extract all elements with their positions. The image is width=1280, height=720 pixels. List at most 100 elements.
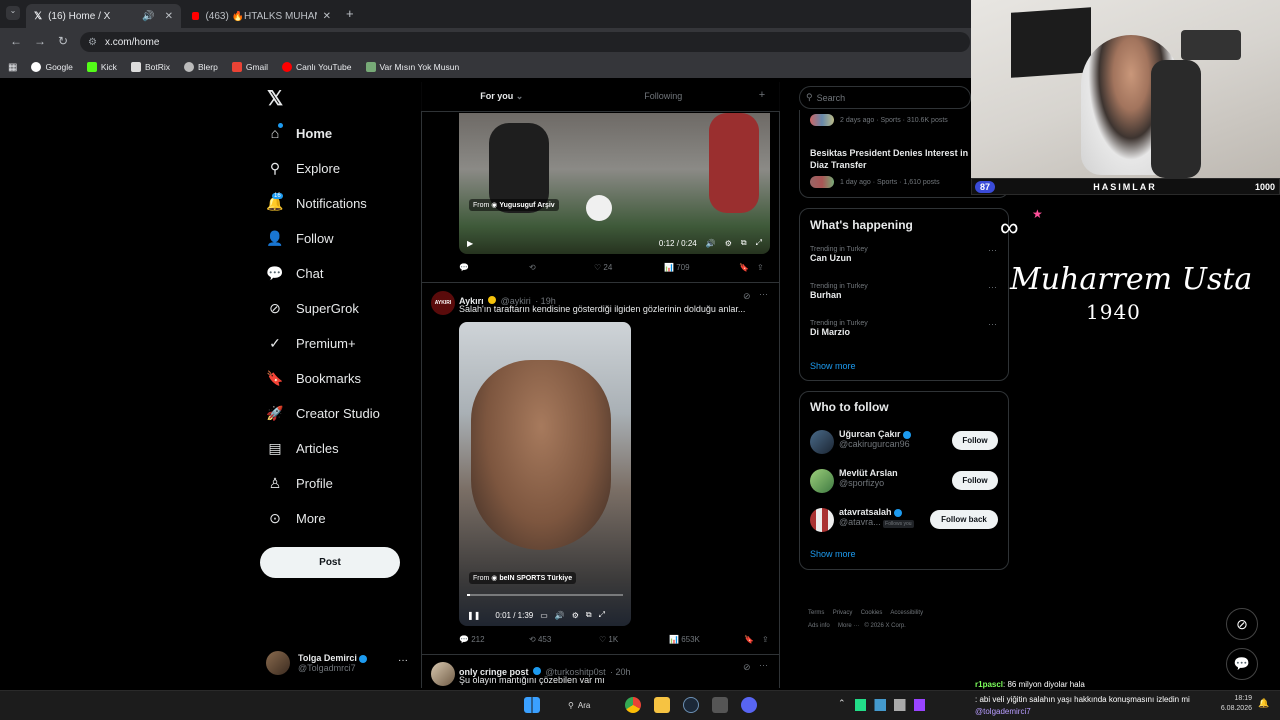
views-button[interactable]: 📊 709 xyxy=(664,263,739,272)
forward-icon[interactable]: → xyxy=(34,34,46,48)
footer-link[interactable]: Accessibility xyxy=(890,610,923,616)
tab-following[interactable]: Following xyxy=(583,82,745,111)
new-tab-icon[interactable]: + xyxy=(346,6,354,21)
discord-icon[interactable] xyxy=(741,697,757,713)
play-icon[interactable]: ▶ xyxy=(467,239,473,248)
show-more-link[interactable]: Show more xyxy=(810,549,856,559)
tweet1-video[interactable]: From ◉ Yugusuguf Arşiv ▶ 0:12 / 0:24 🔊 ⚙… xyxy=(459,113,770,254)
sidebar-item-articles[interactable]: ▤ Articles xyxy=(266,436,338,460)
follow-button[interactable]: Follow xyxy=(952,431,998,450)
show-more-link[interactable]: Show more xyxy=(810,361,856,371)
tab-x-home[interactable]: 𝕏 (16) Home / X 🔊 ✕ xyxy=(26,4,181,28)
bookmark-botrix[interactable]: BotRix xyxy=(130,62,170,72)
bookmark-icon[interactable]: 🔖 xyxy=(739,263,757,272)
grok-icon[interactable]: ⊘ xyxy=(743,662,751,673)
like-button[interactable]: ♡ 24 xyxy=(594,263,664,272)
x-logo-icon[interactable]: 𝕏 xyxy=(267,86,283,111)
sidebar-item-chat[interactable]: 💬 Chat xyxy=(266,261,323,285)
reload-icon[interactable]: ↻ xyxy=(58,34,68,48)
sidebar-item-creator-studio[interactable]: 🚀 Creator Studio xyxy=(266,401,380,425)
grok-icon[interactable]: ⊘ xyxy=(743,291,751,302)
fullscreen-icon[interactable]: ⤢ xyxy=(756,238,762,248)
share-icon[interactable]: ⇪ xyxy=(757,263,764,272)
suggested-user[interactable]: Mevlüt Arslan @sporfizyo xyxy=(839,468,898,488)
bookmark-varmisin[interactable]: Var Mısın Yok Musun xyxy=(365,62,459,72)
avatar[interactable] xyxy=(810,469,834,493)
account-more-icon[interactable]: ··· xyxy=(398,655,408,666)
video-progress[interactable] xyxy=(467,594,623,596)
speaker-icon[interactable]: 🔊 xyxy=(142,11,154,22)
tab-youtube[interactable]: (463) 🔥HTALKS MUHAMMED… ✕ xyxy=(184,4,339,28)
reply-button[interactable]: 💬 212 xyxy=(459,635,529,644)
retweet-icon[interactable]: ⟲ xyxy=(529,263,594,272)
settings-icon[interactable]: ⚙ xyxy=(572,611,579,620)
settings-icon[interactable]: ⚙ xyxy=(725,239,732,248)
pip-icon[interactable]: ⧉ xyxy=(741,238,747,248)
sidebar-item-explore[interactable]: ⚲ Explore xyxy=(266,156,340,180)
tweet3-avatar[interactable] xyxy=(431,662,455,686)
reply-icon[interactable]: 💬 xyxy=(459,263,529,272)
pip-icon[interactable]: ⧉ xyxy=(586,610,592,620)
account-switcher[interactable]: Tolga Demirci @Tolgadmrci7 xyxy=(266,648,416,678)
suggested-user[interactable]: Uğurcan Çakır @cakirugurcan96 xyxy=(839,429,912,449)
footer-link[interactable]: Privacy xyxy=(833,610,853,616)
steam-icon[interactable] xyxy=(683,697,699,713)
trend-item[interactable]: Trending in Turkey Can Uzun xyxy=(810,246,1000,263)
address-bar[interactable]: ⚙ x.com/home xyxy=(80,32,970,52)
system-clock[interactable]: 18:19 6.08.2026 xyxy=(1214,694,1252,714)
avatar[interactable] xyxy=(810,508,834,532)
site-info-icon[interactable]: ⚙ xyxy=(88,37,97,48)
bookmark-kick[interactable]: Kick xyxy=(86,62,117,72)
bookmark-blerp[interactable]: Blerp xyxy=(183,62,218,72)
sidebar-item-more[interactable]: ⊙ More xyxy=(266,506,326,530)
trend-more-icon[interactable]: ··· xyxy=(988,319,997,329)
trend-item[interactable]: Trending in Turkey Di Marzio xyxy=(810,320,1000,337)
like-button[interactable]: ♡ 1K xyxy=(599,635,669,644)
apps-icon[interactable]: ▦ xyxy=(8,62,17,73)
pause-icon[interactable]: ❚❚ xyxy=(467,611,480,620)
trend-more-icon[interactable]: ··· xyxy=(988,282,997,292)
add-tab-icon[interactable]: + xyxy=(744,82,780,111)
volume-icon[interactable]: 🔊 xyxy=(555,611,565,620)
tweet-more-icon[interactable]: ··· xyxy=(759,289,768,299)
follow-button[interactable]: Follow xyxy=(952,471,998,490)
app-icon[interactable] xyxy=(712,697,728,713)
close-icon[interactable]: ✕ xyxy=(165,11,173,22)
messages-float-button[interactable]: 💬 xyxy=(1226,648,1258,680)
footer-link[interactable]: Cookies xyxy=(861,610,883,616)
fullscreen-icon[interactable]: ⤢ xyxy=(599,610,605,620)
tweet2-video[interactable]: From ◉ beIN SPORTS Türkiye ❚❚ 0:01 / 1:3… xyxy=(459,322,631,626)
tweet-more-icon[interactable]: ··· xyxy=(759,660,768,670)
share-icon[interactable]: ⇪ xyxy=(762,635,769,644)
bookmark-youtube[interactable]: Canlı YouTube xyxy=(282,62,352,72)
sidebar-item-profile[interactable]: ♙ Profile xyxy=(266,471,333,495)
views-button[interactable]: 📊 653K xyxy=(669,635,744,644)
avatar[interactable] xyxy=(810,430,834,454)
notification-bell-icon[interactable]: 🔔 xyxy=(1258,698,1269,709)
bookmark-icon[interactable]: 🔖 xyxy=(744,635,762,644)
footer-link[interactable]: Ads info xyxy=(808,623,830,629)
chrome-icon[interactable] xyxy=(625,697,641,713)
back-icon[interactable]: ← xyxy=(10,34,22,48)
trend-more-icon[interactable]: ··· xyxy=(988,245,997,255)
footer-link[interactable]: Terms xyxy=(808,610,824,616)
sidebar-item-supergrok[interactable]: ⊘ SuperGrok xyxy=(266,296,359,320)
search-input[interactable]: ⚲ Search xyxy=(799,86,971,109)
retweet-button[interactable]: ⟲ 453 xyxy=(529,635,599,644)
file-explorer-icon[interactable] xyxy=(654,697,670,713)
windows-start-icon[interactable] xyxy=(524,697,540,713)
tweet2-avatar[interactable]: AYKIRI xyxy=(431,291,455,315)
trend-item[interactable]: Trending in Turkey Burhan xyxy=(810,283,1000,300)
sidebar-item-follow[interactable]: 👤 Follow xyxy=(266,226,333,250)
bookmark-google[interactable]: Google xyxy=(31,62,73,72)
tray-chevron-icon[interactable]: ⌃ xyxy=(838,698,846,709)
sidebar-item-home[interactable]: ⌂ Home xyxy=(266,121,332,145)
volume-icon[interactable]: 🔊 xyxy=(706,239,716,248)
close-icon[interactable]: ✕ xyxy=(323,11,331,22)
sidebar-item-bookmarks[interactable]: 🔖 Bookmarks xyxy=(266,366,361,390)
footer-link[interactable]: More ··· xyxy=(838,623,859,629)
sidebar-item-premium[interactable]: ✓ Premium+ xyxy=(266,331,355,355)
follow-back-button[interactable]: Follow back xyxy=(930,510,998,529)
taskbar-search[interactable]: ⚲ Ara xyxy=(562,696,610,714)
news-item-1[interactable]: 2 days ago · Sports · 310.6K posts xyxy=(810,114,948,126)
